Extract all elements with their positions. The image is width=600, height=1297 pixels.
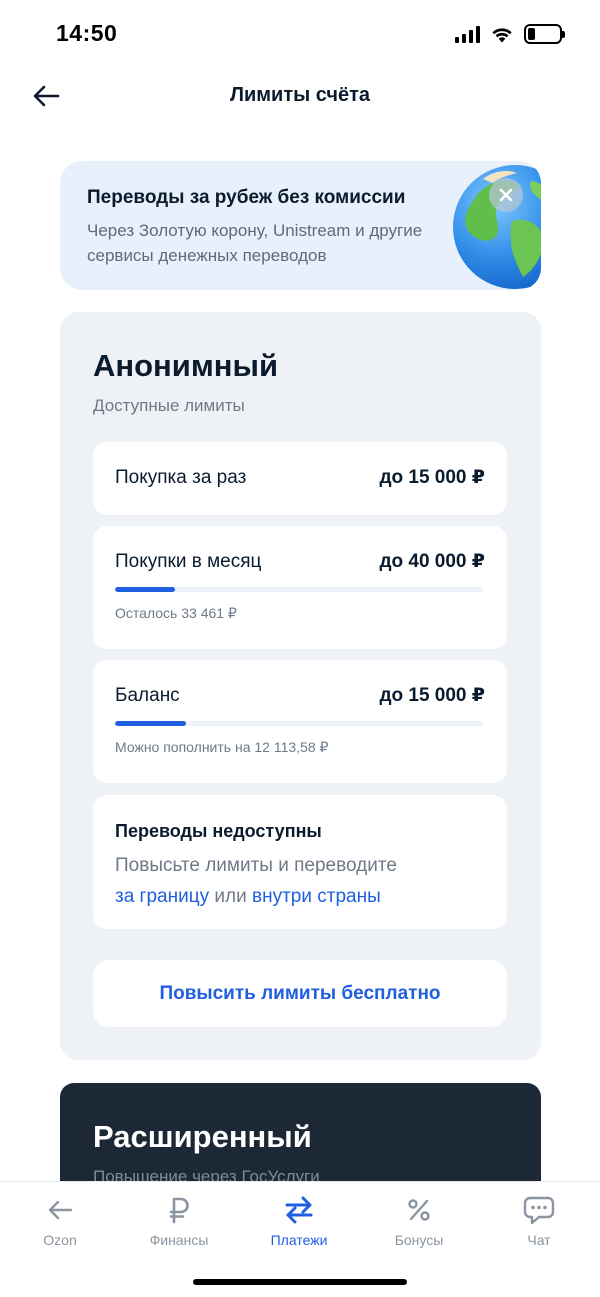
- tab-ozon[interactable]: Ozon: [10, 1194, 110, 1248]
- transfers-conjunction: или: [214, 886, 247, 907]
- transfer-domestic-link[interactable]: внутри страны: [252, 886, 381, 907]
- limit-label: Покупки в месяц: [115, 550, 262, 572]
- limit-note: Можно пополнить на 12 113,58 ₽: [115, 739, 329, 755]
- status-time: 14:50: [56, 20, 118, 46]
- limit-value: до 40 000 ₽: [379, 551, 485, 572]
- raise-limits-button[interactable]: Повысить лимиты бесплатно: [93, 960, 507, 1027]
- limit-label: Баланс: [115, 684, 180, 706]
- tab-label: Финансы: [149, 1232, 209, 1248]
- tab-label: Чат: [527, 1232, 551, 1248]
- balance-progress-fill: [115, 721, 187, 726]
- status-bar: 14:50: [0, 0, 600, 64]
- limit-card-balance: Баланс до 15 000 ₽ Можно пополнить на 12…: [93, 660, 507, 783]
- percent-icon: [408, 1199, 430, 1221]
- status-icons: [455, 22, 565, 46]
- limit-value: до 15 000 ₽: [379, 685, 485, 706]
- limit-row: Покупки в месяц до 40 000 ₽: [115, 550, 485, 573]
- tab-label: Платежи: [270, 1232, 328, 1248]
- limit-note: Осталось 33 461 ₽: [115, 605, 237, 621]
- chat-bubble-icon: [523, 1196, 555, 1225]
- tab-label: Ozon: [43, 1232, 77, 1248]
- tab-payments[interactable]: Платежи: [249, 1194, 349, 1248]
- transfer-arrows-icon: [285, 1196, 313, 1224]
- tier-title: Расширенный: [93, 1119, 312, 1154]
- tab-finances[interactable]: Финансы: [129, 1194, 229, 1248]
- limit-card-single-purchase: Покупка за раз до 15 000 ₽: [93, 442, 507, 515]
- home-indicator: [193, 1279, 407, 1285]
- page-title: Лимиты счёта: [229, 84, 371, 106]
- wifi-icon: [492, 28, 512, 43]
- close-icon: [499, 188, 513, 202]
- cellular-signal-icon: [455, 25, 480, 43]
- battery-level: [528, 28, 535, 40]
- tier-title: Анонимный: [93, 348, 279, 383]
- transfers-text: Повысьте лимиты и переводите за границу …: [115, 850, 495, 912]
- limit-card-monthly-purchases: Покупки в месяц до 40 000 ₽ Осталось 33 …: [93, 526, 507, 649]
- battery-icon: [524, 24, 565, 44]
- transfers-title: Переводы недоступны: [115, 821, 322, 841]
- promo-text: Через Золотую корону, Unistream и другие…: [87, 221, 423, 265]
- tab-bonuses[interactable]: Бонусы: [369, 1194, 469, 1248]
- limit-row: Баланс до 15 000 ₽: [115, 684, 485, 707]
- tier-card-anonymous: Анонимный Доступные лимиты Покупка за ра…: [60, 312, 541, 1060]
- transfers-unavailable-card: Переводы недоступны Повысьте лимиты и пе…: [93, 795, 507, 929]
- tier-subtitle: Доступные лимиты: [93, 396, 245, 415]
- limit-row: Покупка за раз до 15 000 ₽: [115, 466, 485, 489]
- monthly-progress-bar: [115, 587, 483, 592]
- limit-label: Покупка за раз: [115, 466, 247, 488]
- promo-banner[interactable]: Переводы за рубеж без комиссии Через Зол…: [60, 161, 541, 290]
- balance-progress-bar: [115, 721, 483, 726]
- arrow-left-icon: [48, 1200, 73, 1220]
- tab-chat[interactable]: Чат: [489, 1194, 589, 1248]
- monthly-progress-fill: [115, 587, 175, 592]
- limit-value: до 15 000 ₽: [379, 467, 485, 488]
- close-promo-button[interactable]: [489, 178, 523, 212]
- promo-title: Переводы за рубеж без комиссии: [87, 187, 406, 208]
- tab-label: Бонусы: [394, 1232, 444, 1248]
- ruble-icon: [169, 1197, 189, 1224]
- transfers-description: Повысьте лимиты и переводите: [115, 855, 397, 876]
- nav-header: Лимиты счёта: [0, 64, 600, 128]
- transfer-abroad-link[interactable]: за границу: [115, 886, 209, 907]
